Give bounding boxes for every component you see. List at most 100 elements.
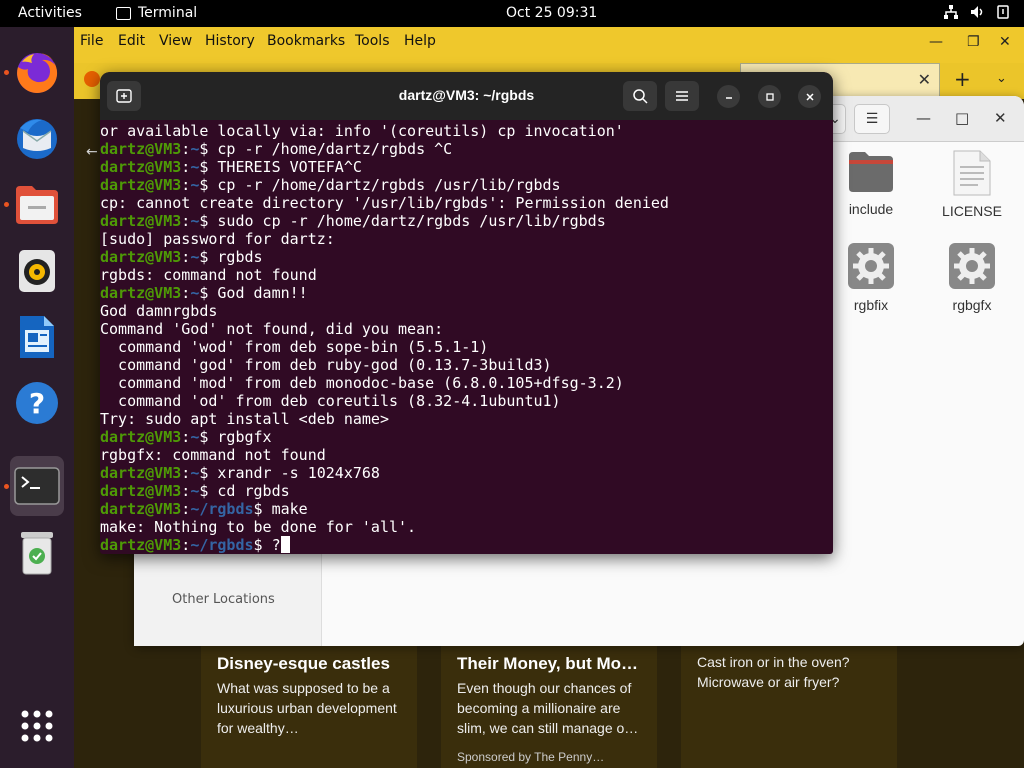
prompt-user: dartz@VM3 (100, 212, 182, 230)
minimize-icon (725, 96, 732, 99)
story-card[interactable]: Disney-esque castles What was supposed t… (201, 646, 417, 768)
rhythmbox-launcher[interactable] (10, 244, 64, 298)
firefox-icon (17, 52, 58, 93)
maximize-icon[interactable]: □ (955, 109, 969, 127)
story-description: Even though our chances of becoming a mi… (457, 680, 639, 736)
running-indicator (4, 484, 9, 489)
app-grid-icon (21, 710, 53, 742)
terminal-line: dartz@VM3:~$ rgbgfx (100, 428, 272, 446)
help-launcher[interactable]: ? (10, 376, 64, 430)
terminal-line: command 'god' from deb ruby-god (0.13.7-… (100, 356, 669, 374)
restore-icon[interactable]: ❐ (967, 34, 980, 50)
firefox-launcher[interactable] (10, 46, 64, 100)
output-text: command 'god' from deb ruby-god (0.13.7-… (100, 356, 552, 374)
file-item-include[interactable]: include (826, 150, 916, 217)
story-sponsor: Sponsored by The Penny… (457, 750, 605, 764)
terminal-window[interactable]: dartz@VM3: ~/rgbds or available locally … (100, 72, 833, 554)
command-text: rgbgfx (217, 428, 272, 446)
minimize-button[interactable] (717, 85, 740, 108)
terminal-line: rgbgfx: command not found (100, 446, 669, 464)
back-icon[interactable]: ← (86, 144, 98, 160)
terminal-line: dartz@VM3:~$ cd rgbds (100, 482, 290, 500)
tab-close-icon[interactable]: ✕ (918, 70, 931, 89)
app-menu[interactable]: Terminal (116, 5, 197, 21)
terminal-line: dartz@VM3:~$ xrandr -s 1024x768 (100, 464, 380, 482)
command-text: ? (271, 536, 281, 554)
menu-button[interactable] (665, 81, 699, 111)
hamburger-menu-icon[interactable]: ☰ (854, 104, 890, 134)
command-text: make (271, 500, 308, 518)
output-text: rgbds: command not found (100, 266, 317, 284)
output-text: God damnrgbds (100, 302, 218, 320)
close-button[interactable] (798, 85, 821, 108)
terminal-headerbar[interactable]: dartz@VM3: ~/rgbds (100, 72, 833, 120)
terminal-line: Try: sudo apt install <deb name> (100, 410, 669, 428)
running-indicator (4, 70, 9, 75)
terminal-line: dartz@VM3:~$ God damn!! (100, 284, 308, 302)
menu-bookmarks[interactable]: Bookmarks (267, 33, 345, 49)
menu-edit[interactable]: Edit (118, 33, 145, 49)
folder-icon (849, 152, 893, 192)
prompt-path: ~/rgbds (190, 536, 254, 554)
menu-file[interactable]: File (80, 33, 103, 49)
show-applications-button[interactable] (10, 699, 64, 753)
terminal-output[interactable]: or available locally via: info '(coreuti… (100, 120, 833, 554)
story-card[interactable]: Cast iron or in the oven? Microwave or a… (681, 646, 897, 768)
libreoffice-writer-launcher[interactable] (10, 310, 64, 364)
file-item-rgbfix[interactable]: rgbfix (826, 242, 916, 313)
output-text: command 'mod' from deb monodoc-base (6.8… (100, 374, 624, 392)
firefox-tab-icon[interactable] (84, 71, 100, 87)
sidebar-item-other-locations[interactable]: Other Locations (172, 592, 275, 607)
prompt-path: ~ (190, 284, 200, 302)
chevron-down-icon[interactable]: ⌄ (996, 71, 1007, 86)
prompt-path: ~ (190, 140, 200, 158)
dock: ? (0, 27, 74, 768)
minimize-icon[interactable]: — (929, 34, 943, 50)
output-text: cp: cannot create directory '/usr/lib/rg… (100, 194, 669, 212)
menu-help[interactable]: Help (404, 33, 436, 49)
file-item-license[interactable]: LICENSE (927, 150, 1017, 219)
executable-gear-icon (848, 243, 894, 289)
command-text: cp -r /home/dartz/rgbds ^C (217, 140, 453, 158)
terminal-line: dartz@VM3:~/rgbds$ make (100, 500, 308, 518)
prompt-path: ~ (190, 248, 200, 266)
minimize-icon[interactable]: — (916, 109, 931, 127)
volume-icon (970, 5, 984, 19)
maximize-button[interactable] (758, 85, 781, 108)
firefox-menubar: File Edit View History Bookmarks Tools H… (74, 27, 1024, 63)
terminal-line: cp: cannot create directory '/usr/lib/rg… (100, 194, 669, 212)
close-icon[interactable]: ✕ (999, 34, 1011, 50)
terminal-line: [sudo] password for dartz: (100, 230, 669, 248)
thunderbird-launcher[interactable] (10, 112, 64, 166)
top-bar: Activities Terminal Oct 25 09:31 (0, 0, 1024, 27)
system-tray[interactable] (944, 5, 1010, 19)
output-text: command 'od' from deb coreutils (8.32-4.… (100, 392, 561, 410)
command-text: rgbds (217, 248, 263, 266)
terminal-line: dartz@VM3:~/rgbds$ ? (100, 536, 669, 554)
terminal-line: rgbds: command not found (100, 266, 669, 284)
close-icon[interactable]: ✕ (994, 109, 1007, 127)
prompt-user: dartz@VM3 (100, 284, 182, 302)
output-text: [sudo] password for dartz: (100, 230, 335, 248)
terminal-launcher[interactable] (10, 456, 64, 516)
power-icon (996, 5, 1010, 19)
clock[interactable]: Oct 25 09:31 (506, 5, 597, 21)
story-card[interactable]: Their Money, but Mo… Even though our cha… (441, 646, 657, 768)
output-text: rgbgfx: command not found (100, 446, 326, 464)
search-button[interactable] (623, 81, 657, 111)
files-launcher[interactable] (10, 178, 64, 232)
writer-document-icon (20, 316, 54, 358)
file-item-rgbgfx[interactable]: rgbgfx (927, 242, 1017, 313)
menu-view[interactable]: View (159, 33, 192, 49)
trash-launcher[interactable] (10, 526, 64, 580)
menu-history[interactable]: History (205, 33, 255, 49)
prompt-path: ~/rgbds (190, 500, 254, 518)
command-text: THEREIS VOTEFA^C (217, 158, 362, 176)
activities-button[interactable]: Activities (18, 5, 82, 21)
menu-tools[interactable]: Tools (355, 33, 390, 49)
terminal-line: God damnrgbds (100, 302, 669, 320)
prompt-user: dartz@VM3 (100, 500, 182, 518)
story-description: Cast iron or in the oven? Microwave or a… (697, 654, 850, 690)
new-tab-icon[interactable]: + (954, 67, 971, 91)
command-text: God damn!! (217, 284, 308, 302)
